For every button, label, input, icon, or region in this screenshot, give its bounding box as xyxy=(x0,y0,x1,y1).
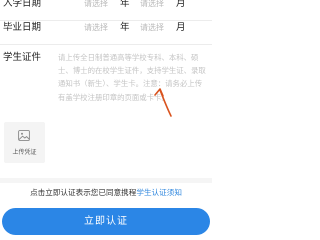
section-divider xyxy=(0,178,212,183)
consent-prefix: 点击立即认证表示您已同意携程 xyxy=(30,188,137,197)
certificate-hint: 请上传全日制普通高等学校专科、本科、硕士、博士的在校学生证件，支持学生证、录取通… xyxy=(58,53,206,102)
upload-proof-label: 上传凭证 xyxy=(12,149,37,156)
enroll-date-label: 入学日期 xyxy=(3,0,42,9)
grad-year-picker[interactable]: 请选择 xyxy=(84,21,108,35)
grad-date-label: 毕业日期 xyxy=(3,22,42,33)
enroll-month-unit: 月 xyxy=(176,0,186,9)
image-icon xyxy=(18,130,30,141)
consent-text: 点击立即认证表示您已同意携程学生认证须知 xyxy=(0,187,212,199)
enroll-year-unit: 年 xyxy=(120,0,130,9)
certificate-label: 学生证件 xyxy=(3,52,42,63)
grad-date-row: 毕业日期 请选择 年 请选择 月 xyxy=(0,21,212,45)
upload-proof-button[interactable]: 上传凭证 xyxy=(4,122,45,163)
verify-now-button[interactable]: 立即认证 xyxy=(2,208,210,235)
enroll-month-picker[interactable]: 请选择 xyxy=(140,0,164,11)
student-auth-notice-link[interactable]: 学生认证须知 xyxy=(136,188,182,197)
row-divider xyxy=(0,44,212,45)
grad-month-unit: 月 xyxy=(176,22,186,33)
enroll-date-row: 入学日期 请选择 年 请选择 月 xyxy=(0,0,212,21)
grad-month-picker[interactable]: 请选择 xyxy=(140,21,164,35)
enroll-year-picker[interactable]: 请选择 xyxy=(84,0,108,11)
annotation-arrow xyxy=(154,88,172,117)
grad-year-unit: 年 xyxy=(120,22,130,33)
